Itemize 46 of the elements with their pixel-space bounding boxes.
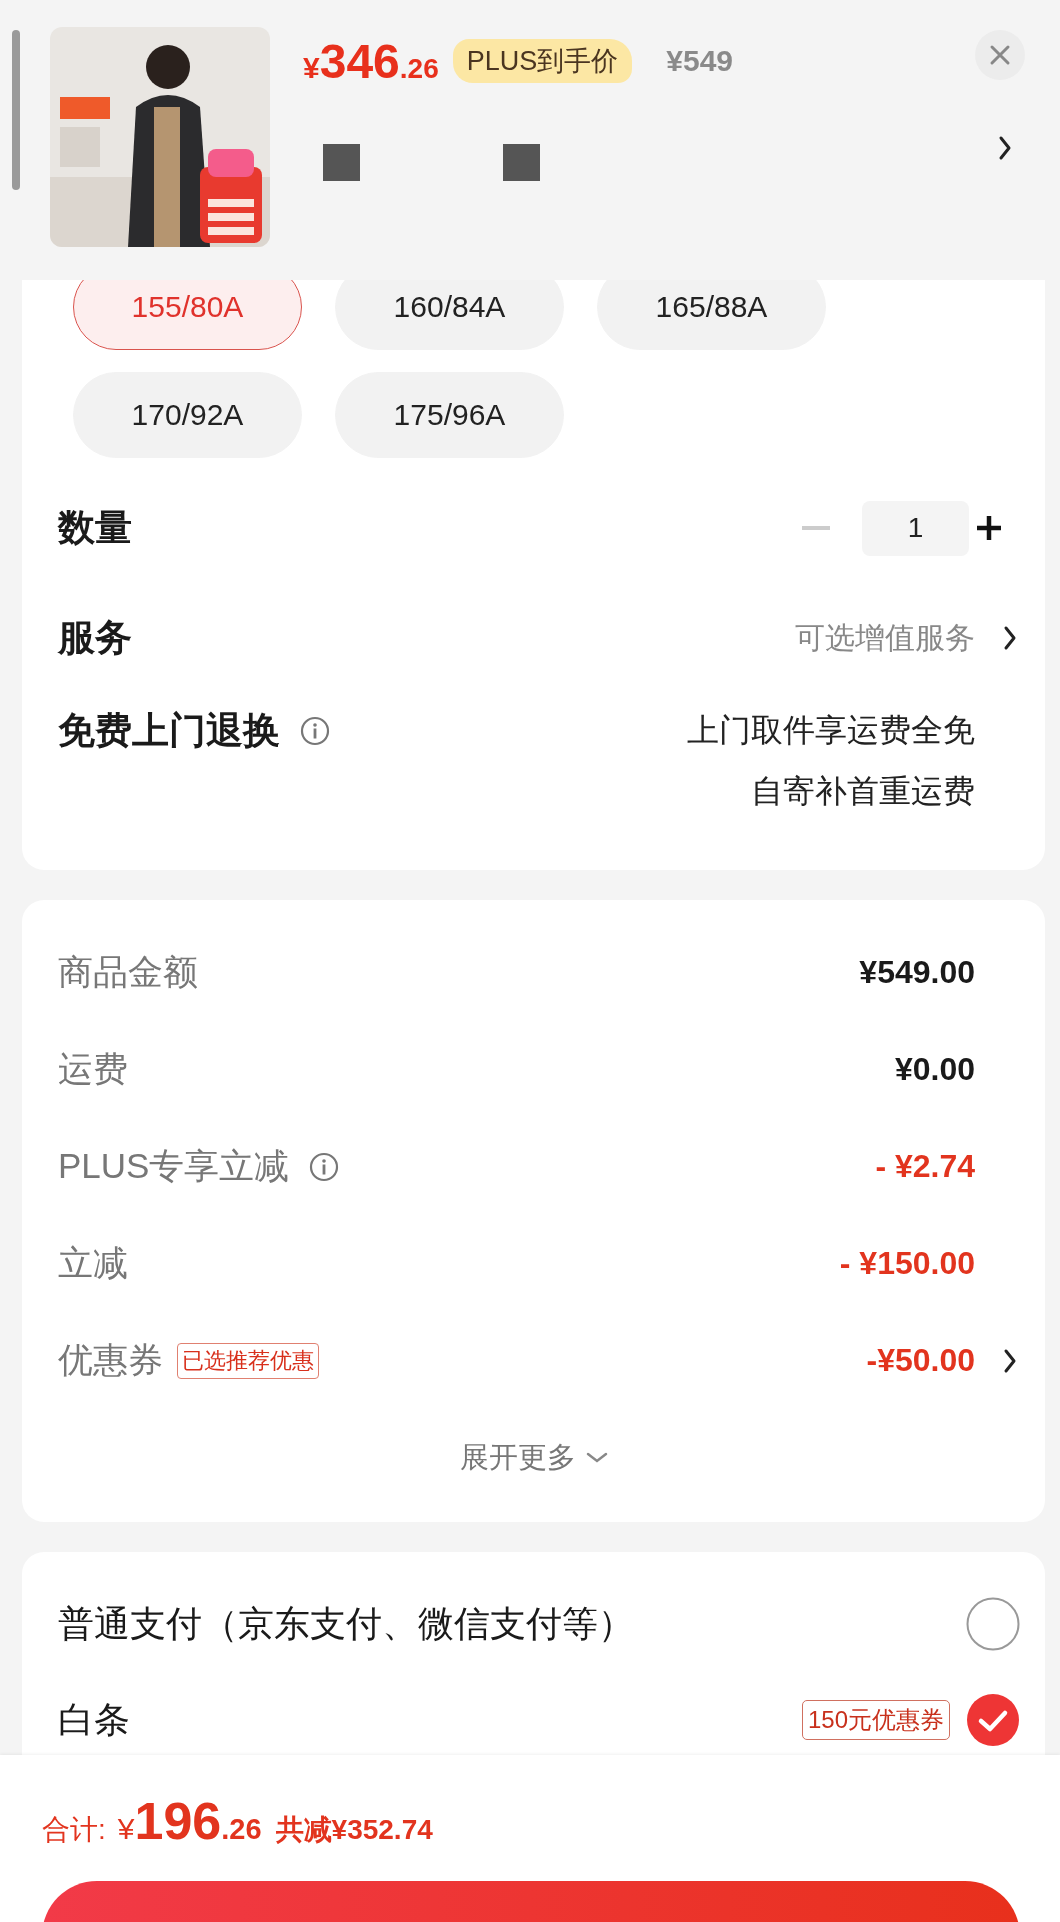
- coupon-tag: 150元优惠券: [801, 1700, 950, 1740]
- close-button[interactable]: [975, 30, 1025, 80]
- info-icon[interactable]: [309, 1151, 340, 1182]
- price-value: ¥549.00: [859, 954, 975, 991]
- return-label: 免费上门退换: [58, 709, 280, 753]
- coupon-amount[interactable]: -¥50.00: [866, 1342, 975, 1379]
- return-note: 自寄补首重运费: [751, 772, 975, 811]
- chevron-right-icon[interactable]: [1003, 1347, 1017, 1374]
- price-label: 立减: [58, 1242, 128, 1284]
- size-option[interactable]: 170/92A: [73, 372, 302, 458]
- quantity-field[interactable]: 1: [862, 500, 969, 556]
- service-value[interactable]: 可选增值服务: [795, 617, 975, 659]
- payment-option[interactable]: 白条: [58, 1695, 130, 1745]
- radio-button[interactable]: [966, 1597, 1020, 1651]
- price-value: - ¥150.00: [839, 1245, 975, 1282]
- plus-price-badge: PLUS到手价: [452, 39, 633, 83]
- payment-option[interactable]: 普通支付（京东支付、微信支付等）: [58, 1599, 634, 1649]
- price-value: - ¥2.74: [875, 1148, 975, 1185]
- close-icon[interactable]: [989, 44, 1011, 66]
- price-label: 商品金额: [58, 951, 198, 993]
- current-price: ¥346.26: [303, 33, 439, 89]
- promo-tag: 已选推荐优惠: [177, 1342, 319, 1379]
- total-label: 合计:: [42, 1813, 106, 1847]
- chevron-right-icon[interactable]: [998, 135, 1012, 161]
- price-value: ¥0.00: [894, 1051, 975, 1088]
- chevron-down-icon[interactable]: [585, 1451, 608, 1464]
- original-price: ¥549: [666, 44, 733, 78]
- size-option[interactable]: 175/96A: [335, 372, 564, 458]
- size-option[interactable]: 160/84A: [335, 280, 564, 350]
- return-note: 上门取件享运费全免: [687, 711, 975, 750]
- chevron-right-icon[interactable]: [1003, 625, 1017, 651]
- plus-icon[interactable]: [975, 514, 1003, 542]
- price-label: 优惠券: [58, 1339, 163, 1381]
- quantity-label: 数量: [58, 506, 132, 550]
- info-icon[interactable]: [300, 716, 330, 746]
- square-icon: [503, 144, 540, 181]
- price-label: 运费: [58, 1048, 128, 1090]
- total-saving: 共减¥352.74: [275, 1813, 433, 1847]
- square-icon: [323, 144, 360, 181]
- service-label: 服务: [58, 616, 132, 660]
- size-option[interactable]: 155/80A: [73, 280, 302, 350]
- price-label: PLUS专享立减: [58, 1145, 290, 1187]
- total-amount: ¥196.26: [116, 1791, 262, 1851]
- expand-more-link[interactable]: 展开更多: [459, 1437, 576, 1478]
- radio-checked-icon[interactable]: [966, 1693, 1020, 1747]
- size-option[interactable]: 165/88A: [597, 280, 826, 350]
